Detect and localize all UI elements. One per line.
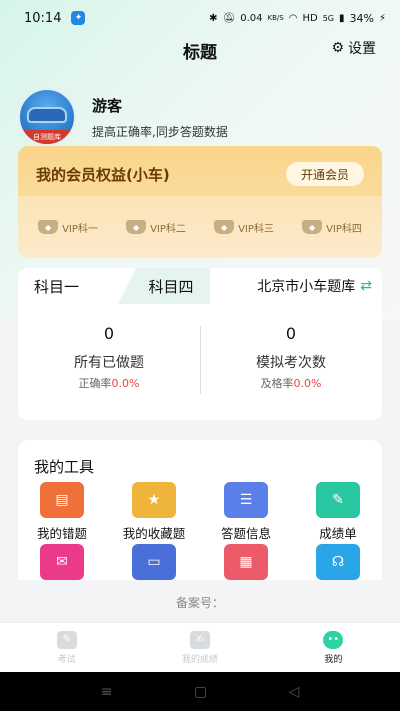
tab-exam[interactable]: ✎ 考试 [0,623,133,672]
back-icon[interactable]: ◁ [288,684,299,700]
diamond-icon: ◆ [126,220,147,234]
chat-icon: ▭ [132,544,176,580]
diamond-icon: ◆ [38,220,59,234]
tab-subject-four[interactable]: 科目四 [118,268,210,304]
user-subtitle: 提高正确率,同步答题数据 [92,124,228,139]
tool-label: 我的错题 [36,526,87,541]
status-bar: 10:14 ✦ ✱ 🔕︎ 0.04 KB/S ◠ HD 5G ▮ 34% ⚡︎ [0,0,400,36]
tool-answer-info[interactable]: ☰ 答题信息 [204,482,288,542]
vip-item-label: VIP科一 [62,223,98,235]
user-name: 游客 [92,96,123,115]
headset-icon: ☊ [316,544,360,580]
question-bank-selector[interactable]: 北京市小车题库 ⇄ [257,268,372,304]
diamond-icon: ◆ [214,220,235,234]
status-time: 10:14 [24,10,62,26]
vip-item[interactable]: ◆ VIP科二 [126,220,186,235]
bottom-tab-bar: ✎ 考试 ✍ 我的成绩 •• 我的 [0,622,400,672]
tool-support[interactable]: ☊ [296,544,380,580]
tools-title: 我的工具 [34,458,95,476]
tool-transcript[interactable]: ✎ 成绩单 [296,482,380,542]
avatar[interactable]: 自测题库 [18,88,76,146]
vip-item[interactable]: ◆ VIP科一 [38,220,98,235]
mute-icon: 🔕︎ [222,12,236,24]
tool-profile-card[interactable]: ▦ [204,544,288,580]
page-header: 标题 ⚙ 设置 [0,36,400,64]
tool-favorites[interactable]: ★ 我的收藏题 [112,482,196,542]
profile-section[interactable]: 自测题库 游客 提高正确率,同步答题数据 [18,88,228,146]
settings-label: 设置 [348,41,376,57]
question-bank-label: 北京市小车题库 [257,279,356,295]
favorites-icon: ★ [132,482,176,518]
signal-icon: ▮ [339,12,345,24]
system-nav-bar: ≡ ▢ ◁ [0,672,400,711]
vip-item[interactable]: ◆ VIP科三 [214,220,274,235]
accuracy-value: 0.0% [111,377,140,390]
scores-icon: ✍ [189,630,210,649]
home-icon[interactable]: ▢ [194,684,207,700]
network-type: HD [302,12,318,24]
tab-subject-one[interactable]: 科目一 [18,268,128,304]
answer-info-icon: ☰ [224,482,268,518]
avatar-band-text: 自测题库 [20,130,74,144]
stats-divider [200,326,201,394]
done-count: 0 [103,324,115,343]
tool-messages[interactable]: ✉ [20,544,104,580]
open-membership-button[interactable]: 开通会员 [286,162,364,186]
tool-wrong-questions[interactable]: ▤ 我的错题 [20,482,104,542]
diamond-icon: ◆ [302,220,323,234]
exam-stat[interactable]: 0 模拟考次数 及格率0.0% [200,324,382,404]
done-stat[interactable]: 0 所有已做题 正确率0.0% [18,324,200,404]
wrong-questions-icon: ▤ [40,482,84,518]
pass-rate: 及格率0.0% [200,375,382,391]
swap-icon: ⇄ [360,278,372,294]
tab-mine[interactable]: •• 我的 [267,623,400,672]
stats-row: 0 所有已做题 正确率0.0% 0 模拟考次数 及格率0.0% [18,324,382,404]
exam-label: 模拟考次数 [256,355,326,371]
wifi-icon: ◠ [288,12,298,24]
tool-label: 答题信息 [220,526,271,541]
gear-icon: ⚙ [331,40,344,56]
record-number: 备案号： [175,596,224,610]
transcript-icon: ✎ [316,482,360,518]
charging-icon: ⚡︎ [378,12,386,24]
pass-label: 及格率 [260,377,294,390]
network-speed: 0.04 [240,12,263,24]
chat-bubble-icon: •• [323,630,344,649]
tool-label: 成绩单 [319,526,357,541]
car-icon [27,107,67,123]
status-right: ✱ 🔕︎ 0.04 KB/S ◠ HD 5G ▮ 34% ⚡︎ [209,12,386,25]
exam-count: 0 [285,324,297,343]
bluetooth-icon: ✱ [209,12,218,24]
vip-title: 我的会员权益(小车) [36,166,170,184]
tab-my-scores[interactable]: ✍ 我的成绩 [133,623,266,672]
tab-label: 考试 [57,654,76,665]
pass-value: 0.0% [293,377,322,390]
vip-item-label: VIP科二 [150,223,186,235]
battery-level: 34% [349,11,374,25]
vip-items: ◆ VIP科一 ◆ VIP科二 ◆ VIP科三 ◆ VIP科四 [18,196,382,258]
vip-card: 我的会员权益(小车) 开通会员 ◆ VIP科一 ◆ VIP科二 ◆ VIP科三 … [18,146,382,258]
tool-chat[interactable]: ▭ [112,544,196,580]
settings-button[interactable]: ⚙ 设置 [331,38,376,58]
vip-item-label: VIP科三 [238,223,274,235]
done-label: 所有已做题 [74,355,144,371]
menu-icon[interactable]: ≡ [101,684,113,700]
page-title: 标题 [183,42,217,63]
vip-item[interactable]: ◆ VIP科四 [302,220,362,235]
id-card-icon: ▦ [224,544,268,580]
vip-item-label: VIP科四 [326,223,362,235]
tools-card: 我的工具 ▤ 我的错题 ★ 我的收藏题 ☰ 答题信息 ✎ 成绩单 ✉ ▭ ▦ ☊ [18,440,382,580]
signal-label: 5G [322,13,334,23]
tool-label: 我的收藏题 [122,526,186,541]
tab-label: 我的 [324,654,343,665]
subject-tabs: 科目一 科目四 北京市小车题库 ⇄ [18,268,382,304]
subject-card: 科目一 科目四 北京市小车题库 ⇄ 0 所有已做题 正确率0.0% 0 模拟考次… [18,268,382,420]
accuracy-rate: 正确率0.0% [18,375,200,391]
tab-label: 我的成绩 [181,654,218,665]
messenger-icon: ✉ [40,544,84,580]
network-speed-unit: KB/S [267,14,284,22]
exam-icon: ✎ [56,630,77,649]
app-notification-icon: ✦ [71,11,86,25]
accuracy-label: 正确率 [78,377,112,390]
